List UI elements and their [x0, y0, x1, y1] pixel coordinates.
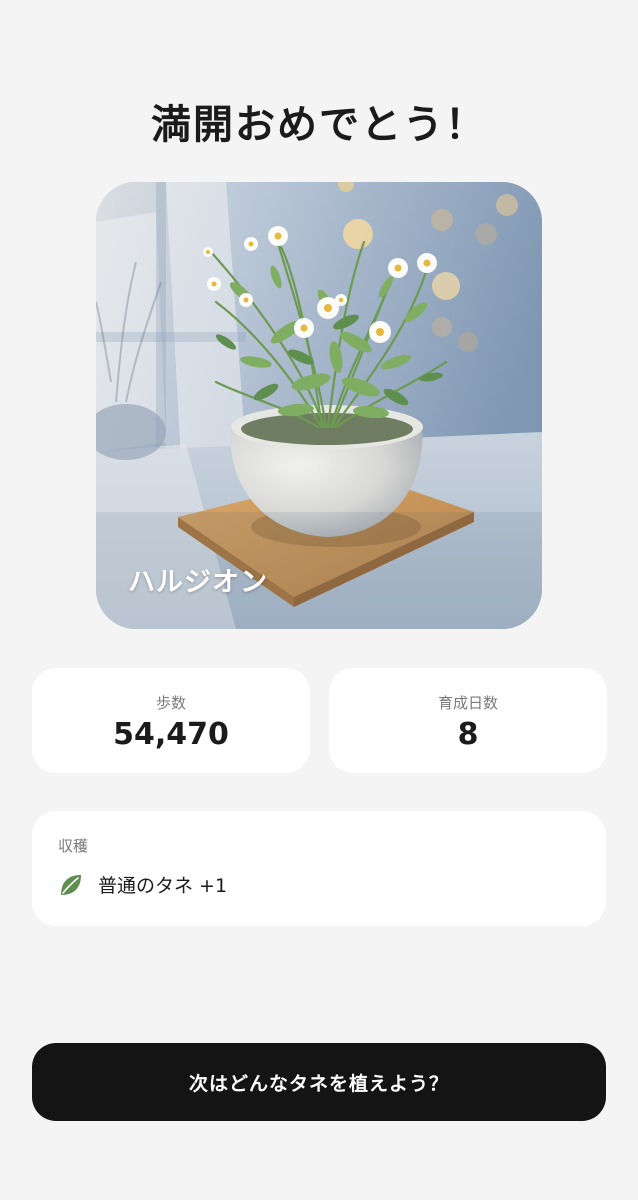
- steps-value: 54,470: [113, 717, 229, 752]
- growth-days-label: 育成日数: [437, 694, 498, 712]
- steps-card: 歩数 54,470: [32, 668, 310, 773]
- growth-days-card: 育成日数 8: [329, 668, 607, 773]
- harvest-item-text: 普通のタネ +1: [98, 875, 228, 897]
- harvest-card: 収穫 普通のタネ +1: [32, 811, 606, 926]
- growth-days-value: 8: [457, 717, 479, 752]
- harvest-item-row: 普通のタネ +1: [58, 871, 227, 898]
- steps-label: 歩数: [155, 694, 186, 712]
- plant-image-card: ハルジオン: [96, 182, 542, 629]
- plant-name: ハルジオン: [128, 567, 268, 598]
- page-title: 満開おめでとう！: [151, 102, 487, 148]
- bloom-complete-screen: 満開おめでとう！ ハルジオン 歩数 54,470 育成日数 8 収穫 普通のタネ…: [0, 0, 638, 1200]
- leaf-icon: [58, 872, 84, 898]
- harvest-label: 収穫: [58, 837, 89, 855]
- next-seed-button[interactable]: 次はどんなタネを植えよう？: [32, 1043, 606, 1121]
